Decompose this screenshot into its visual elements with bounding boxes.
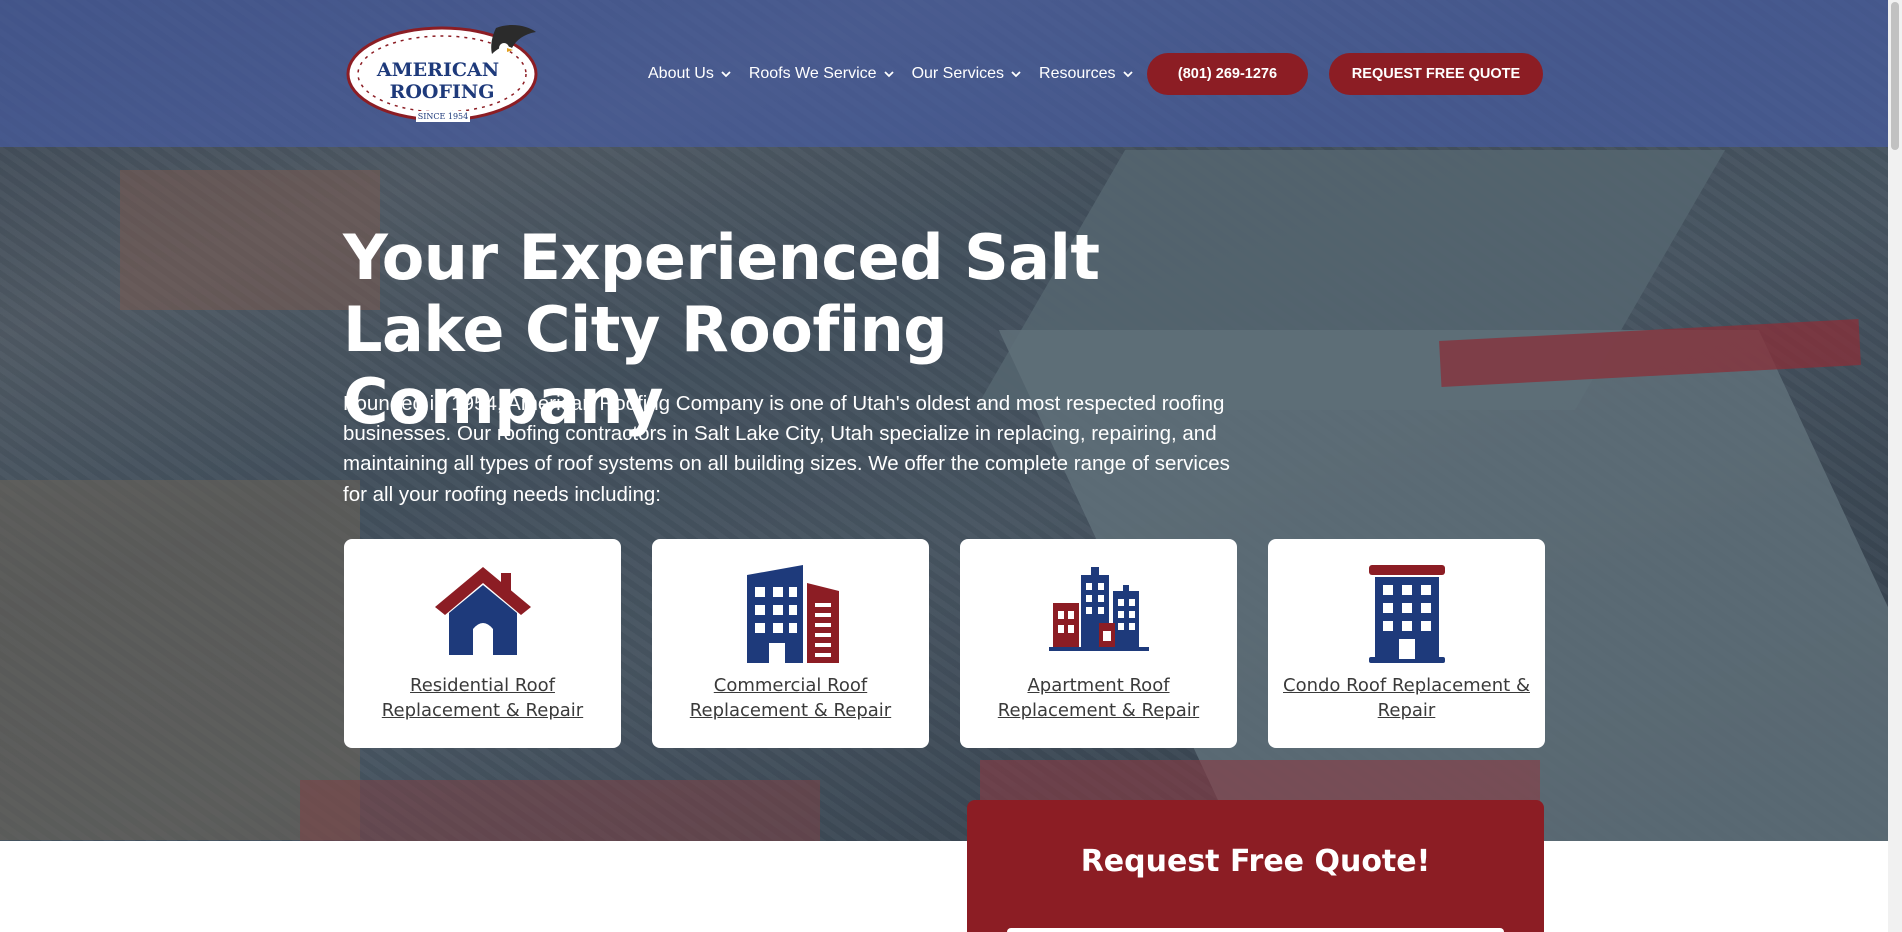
site-header: AMERICAN ROOFING SINCE 1954 About Us Roo…: [0, 0, 1888, 147]
scrollbar-thumb[interactable]: [1891, 2, 1899, 150]
quote-form-title: Request Free Quote!: [1080, 844, 1431, 879]
service-card-label[interactable]: Commercial Roof Replacement & Repair: [652, 673, 929, 723]
site-logo[interactable]: AMERICAN ROOFING SINCE 1954: [346, 18, 542, 124]
main-nav: About Us Roofs We Service Our Services R…: [648, 60, 1151, 88]
chevron-down-icon: [1011, 71, 1021, 78]
chevron-down-icon: [1122, 71, 1133, 78]
service-card-condo[interactable]: Condo Roof Replacement & Repair: [1268, 539, 1545, 748]
nav-about-us[interactable]: About Us: [648, 60, 733, 88]
condo-building-icon: [1368, 565, 1445, 663]
request-quote-button[interactable]: REQUEST FREE QUOTE: [1329, 53, 1543, 95]
hero-description: Founded in 1954, American Roofing Compan…: [343, 392, 1230, 506]
service-card-commercial[interactable]: Commercial Roof Replacement & Repair: [652, 539, 929, 748]
nav-label: Resources: [1039, 65, 1116, 82]
logo-text-american: AMERICAN: [376, 59, 499, 81]
commercial-building-icon: [746, 565, 839, 663]
nav-label: About Us: [648, 65, 714, 82]
logo-text-since: SINCE 1954: [418, 112, 469, 121]
quote-form-first-field[interactable]: [1007, 928, 1504, 932]
nav-roofs-we-service[interactable]: Roofs We Service: [749, 60, 896, 88]
house-icon: [434, 567, 531, 655]
hero-bg-building: [120, 170, 380, 310]
nav-label: Our Services: [911, 65, 1005, 82]
service-card-label[interactable]: Residential Roof Replacement & Repair: [344, 673, 621, 723]
chevron-down-icon: [721, 71, 731, 78]
nav-resources[interactable]: Resources: [1039, 60, 1134, 88]
apartment-buildings-icon: [1048, 567, 1149, 651]
service-card-label[interactable]: Condo Roof Replacement & Repair: [1268, 673, 1545, 723]
page-scrollbar[interactable]: [1888, 0, 1902, 932]
chevron-down-icon: [883, 71, 894, 78]
eagle-logo-icon: AMERICAN ROOFING SINCE 1954: [346, 25, 538, 122]
quote-form-panel: Request Free Quote!: [967, 800, 1544, 932]
hero-bg-wall: [300, 780, 820, 841]
service-card-residential[interactable]: Residential Roof Replacement & Repair: [344, 539, 621, 748]
service-card-label[interactable]: Apartment Roof Replacement & Repair: [960, 673, 1237, 723]
phone-button[interactable]: (801) 269-1276: [1147, 53, 1308, 95]
nav-label: Roofs We Service: [748, 65, 877, 82]
logo-text-roofing: ROOFING: [390, 81, 495, 103]
nav-our-services[interactable]: Our Services: [912, 60, 1023, 88]
service-card-apartment[interactable]: Apartment Roof Replacement & Repair: [960, 539, 1237, 748]
